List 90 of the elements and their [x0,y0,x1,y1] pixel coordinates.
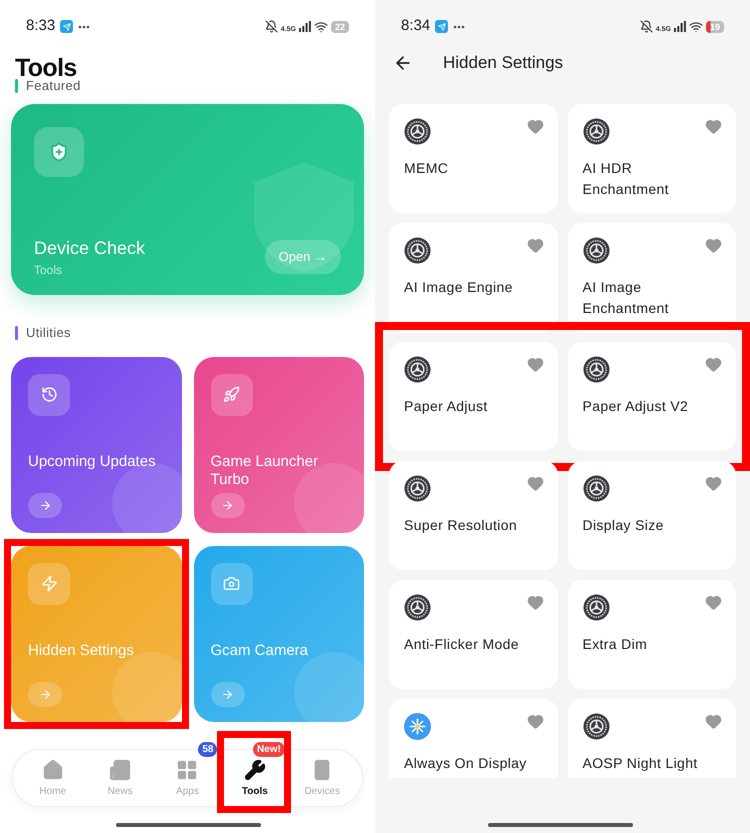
setting-card[interactable]: Always On Display [389,699,558,778]
setting-name: Anti-Flicker Mode [404,635,520,654]
gear-icon [582,594,610,621]
gear-icon [582,118,610,145]
card-title: Hidden Settings [28,642,135,660]
count-badge: 58 [198,742,218,756]
status-time: 8:34 [401,16,430,36]
card-title: Device Check [34,237,146,260]
wifi-icon [314,20,328,34]
heart-icon[interactable] [705,356,722,373]
heart-icon[interactable] [705,713,722,730]
tool-card[interactable]: Upcoming Updates [11,356,182,532]
wrench-icon [244,758,266,780]
gear-icon [404,475,431,502]
history-icon [28,374,70,416]
heart-icon[interactable] [705,118,722,135]
arrow-button[interactable] [210,492,244,518]
setting-card[interactable]: Anti-Flicker Mode [389,580,558,689]
news-icon [109,758,132,780]
signal-icon [674,21,686,32]
heart-icon[interactable] [526,356,544,373]
card-title: Game Launcher Turbo [210,452,320,488]
card-subtitle: Tools [34,262,62,279]
camera-icon [210,562,252,604]
gear-icon [582,356,610,383]
setting-card[interactable]: Extra Dim [568,580,736,689]
heart-icon[interactable] [526,713,544,730]
telegram-icon [60,20,74,33]
gear-icon [404,118,431,145]
setting-name: AI Image Enchantment [582,278,670,318]
setting-card[interactable]: MEMC [389,104,558,213]
wifi-icon [688,20,703,34]
setting-card[interactable]: AOSP Night Light [568,699,736,778]
setting-name: Paper Adjust V2 [582,397,690,416]
mute-icon [264,20,278,33]
lightning-icon [28,562,70,604]
setting-name: Display Size [582,516,665,535]
grid-icon [176,758,198,780]
heart-icon[interactable] [526,594,544,611]
home-icon [42,758,64,780]
telegram-icon [435,20,448,33]
heart-icon[interactable] [526,237,544,254]
gear-icon [582,237,610,264]
setting-card[interactable]: AI Image Engine [389,223,558,332]
setting-card[interactable]: AI HDR Enchantment [568,104,736,213]
heart-icon[interactable] [526,475,544,492]
gear-icon [404,237,431,264]
screen-title: Hidden Settings [443,52,564,74]
setting-name: AI HDR Enchantment [582,159,670,199]
setting-card[interactable]: Super Resolution [389,461,558,570]
setting-name: AOSP Night Light [582,754,699,773]
count-badge: New! [252,742,285,756]
setting-name: Super Resolution [404,516,518,535]
setting-card[interactable]: Paper Adjust V2 [568,342,736,451]
arrow-icon [221,498,234,512]
setting-card[interactable]: Display Size [568,461,736,570]
more-icon [453,24,466,28]
mute-icon [640,20,653,33]
arrow-button[interactable] [210,682,244,706]
sun-icon [404,713,431,740]
card-title: Upcoming Updates [28,452,157,470]
setting-name: Always On Display [404,754,528,773]
arrow-button[interactable] [28,492,62,518]
setting-name: MEMC [404,159,450,178]
setting-name: Paper Adjust [404,397,489,416]
heart-icon[interactable] [705,594,722,611]
heart-icon[interactable] [526,118,544,135]
arrow-icon [38,498,52,512]
heart-icon[interactable] [705,475,722,492]
gear-icon [582,713,610,740]
section-label: Utilities [26,324,71,342]
arrow-button[interactable] [28,682,62,706]
gear-icon [404,594,431,621]
setting-name: Extra Dim [582,635,648,654]
setting-card[interactable]: Paper Adjust [389,342,558,451]
signal-icon [298,21,311,32]
status-time: 8:33 [26,16,56,36]
shield-icon [34,127,84,177]
more-icon [78,24,90,28]
card-title: Gcam Camera [210,642,310,660]
heart-icon[interactable] [705,237,722,254]
setting-card[interactable]: AI Image Enchantment [568,223,736,332]
gear-icon [582,475,610,502]
setting-name: AI Image Engine [404,278,514,297]
arrow-icon [38,688,52,700]
gear-icon [404,356,431,383]
rocket-icon [210,374,252,416]
battery-indicator: 19 [706,20,724,32]
battery-indicator: 22 [330,20,349,32]
arrow-icon [221,688,234,700]
